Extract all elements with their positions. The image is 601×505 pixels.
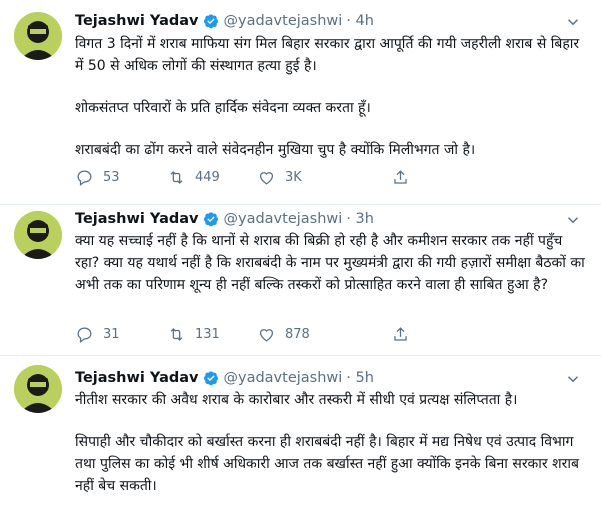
- share-button[interactable]: [391, 168, 419, 187]
- author-name[interactable]: Tejashwi Yadav: [75, 370, 199, 386]
- retweet-button[interactable]: 131: [167, 325, 257, 344]
- tweet-time[interactable]: · 4h: [346, 13, 374, 29]
- reply-button[interactable]: 53: [75, 168, 167, 187]
- avatar[interactable]: [14, 12, 62, 60]
- share-icon: [394, 169, 407, 184]
- tweet-time[interactable]: · 3h: [346, 211, 374, 227]
- reply-button[interactable]: 31: [75, 325, 167, 344]
- avatar[interactable]: [14, 365, 62, 413]
- avatar[interactable]: [14, 211, 62, 259]
- verified-badge-icon: [203, 370, 219, 386]
- verified-badge-icon: [203, 211, 219, 227]
- retweet-icon: [170, 327, 183, 341]
- tweet-text: विगत 3 दिनों में शराब माफिया संग मिल बिह…: [75, 33, 587, 161]
- tweet-paragraph: शोकसंतप्त परिवारों के प्रति हार्दिक संवे…: [75, 100, 371, 116]
- retweet-count: 131: [195, 326, 220, 342]
- retweet-button[interactable]: 449: [167, 168, 257, 187]
- reply-count: 31: [103, 326, 120, 342]
- author-name[interactable]: Tejashwi Yadav: [75, 13, 199, 29]
- like-button[interactable]: 878: [257, 325, 391, 344]
- tweet-actions: 53 449 3K: [75, 166, 515, 188]
- tweet[interactable]: Tejashwi Yadav @yadavtejashwi · 4h विगत …: [0, 0, 601, 204]
- reply-icon: [77, 327, 92, 343]
- tweet-text: नीतीश सरकार की अवैध शराब के कारोबार और त…: [75, 389, 587, 497]
- tweet-header: Tejashwi Yadav @yadavtejashwi · 4h: [75, 11, 374, 31]
- heart-icon: [259, 171, 274, 185]
- tweet-paragraph: शराबबंदी का ढोंग करने वाले संवेदनहीन मुख…: [75, 142, 476, 158]
- author-handle[interactable]: @yadavtejashwi: [224, 13, 343, 29]
- tweet-text: क्या यह सच्चाई नहीं है कि थानों से शराब …: [75, 230, 587, 296]
- retweet-icon: [170, 170, 183, 184]
- like-button[interactable]: 3K: [257, 168, 391, 187]
- share-button[interactable]: [391, 325, 419, 344]
- author-handle[interactable]: @yadavtejashwi: [224, 211, 343, 227]
- tweet-paragraph: विगत 3 दिनों में शराब माफिया संग मिल बिह…: [75, 36, 580, 74]
- like-count: 3K: [285, 169, 302, 185]
- tweet-header: Tejashwi Yadav @yadavtejashwi · 3h: [75, 209, 374, 229]
- tweet-header: Tejashwi Yadav @yadavtejashwi · 5h: [75, 368, 374, 388]
- tweet-actions: 31 131 878: [75, 323, 515, 345]
- reply-icon: [77, 170, 92, 186]
- share-icon: [394, 326, 407, 341]
- more-options-icon[interactable]: [563, 369, 583, 389]
- tweet-paragraph: सिपाही और चौकीदार को बर्खास्त करना ही शर…: [75, 434, 579, 494]
- more-options-icon[interactable]: [563, 210, 583, 230]
- author-name[interactable]: Tejashwi Yadav: [75, 211, 199, 227]
- reply-count: 53: [103, 169, 120, 185]
- tweet-paragraph: नीतीश सरकार की अवैध शराब के कारोबार और त…: [75, 392, 518, 408]
- tweet[interactable]: Tejashwi Yadav @yadavtejashwi · 5h नीतीश…: [0, 356, 601, 505]
- tweet[interactable]: Tejashwi Yadav @yadavtejashwi · 3h क्या …: [0, 205, 601, 354]
- tweet-paragraph: क्या यह सच्चाई नहीं है कि थानों से शराब …: [75, 233, 585, 293]
- more-options-icon[interactable]: [563, 12, 583, 32]
- heart-icon: [259, 328, 274, 342]
- tweet-time[interactable]: · 5h: [346, 370, 374, 386]
- like-count: 878: [285, 326, 310, 342]
- retweet-count: 449: [195, 169, 220, 185]
- verified-badge-icon: [203, 13, 219, 29]
- author-handle[interactable]: @yadavtejashwi: [224, 370, 343, 386]
